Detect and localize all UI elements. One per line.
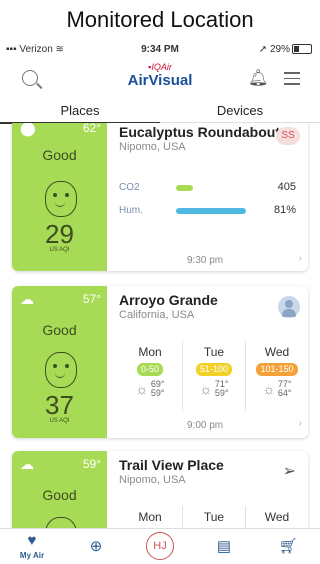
places-list: ⬤ 62° Good 29 US AQI Eucalyptus Roundabo… [0, 123, 320, 529]
aqi-range-badge: 51-100 [195, 363, 233, 376]
brand-top-text: IQAir [151, 62, 172, 72]
cloud-icon: ☁ [20, 291, 34, 307]
aqi-panel: ☁ 57° Good 37 US AQI [12, 286, 107, 438]
profile-initials: HJ [146, 532, 174, 560]
battery-icon [292, 44, 312, 55]
aqi-unit: US AQI [49, 247, 70, 253]
aqi-range-badge: 101-150 [256, 363, 298, 376]
place-name: Trail View Place [119, 457, 224, 473]
nav-profile[interactable]: HJ [128, 529, 192, 564]
metric-humidity-value: 81% [273, 204, 296, 216]
screenshot-caption: Monitored Location [66, 7, 254, 32]
face-icon [45, 181, 77, 217]
metric-humidity-label: Hum. [119, 205, 143, 216]
cart-icon: 🛒︎ [278, 538, 298, 555]
aqi-value: 37 [45, 390, 74, 420]
forecast-day-name: Mon [138, 510, 162, 524]
owner-badge: SS [276, 127, 300, 145]
place-name: Eucalyptus Roundabout [119, 124, 280, 140]
temp-low: 59° [150, 388, 165, 398]
avatar [278, 296, 300, 318]
forecast-weather: ☼ 71° 59° [183, 380, 245, 398]
aqi-value: 29 [45, 219, 74, 249]
cloud-icon: ☁ [20, 456, 34, 472]
bell-icon[interactable]: 🔔︎ [248, 68, 268, 88]
forecast-day: Wed 101-150 ☼ 77° 64° [245, 341, 308, 411]
forecast: Mon Tue Wed [119, 506, 307, 529]
place-location: California, USA [119, 309, 195, 321]
nav-globe[interactable]: ⊕ [64, 529, 128, 564]
updated-time: 9:00 pm [187, 420, 224, 431]
temperature: 59° [82, 457, 101, 471]
nav-shop[interactable]: 🛒︎ [256, 529, 320, 564]
tab-places[interactable]: Places [0, 100, 160, 124]
aqi-status: Good [42, 147, 77, 163]
temperature: 62° [82, 123, 101, 135]
forecast-day-name: Tue [203, 345, 225, 359]
nav-my-air[interactable]: ♥ My Air [0, 529, 64, 564]
temp-low: 59° [214, 388, 229, 398]
nav-news[interactable]: ▤ [192, 529, 256, 564]
bottom-nav: ♥ My Air ⊕ HJ ▤ 🛒︎ [0, 528, 320, 564]
sun-icon: ☼ [262, 381, 276, 397]
tab-devices[interactable]: Devices [160, 100, 320, 122]
aqi-status: Good [42, 487, 77, 503]
forecast-day-name: Mon [138, 345, 162, 359]
brand-top: ▪IQAir [148, 62, 172, 72]
app-logo: ▪IQAir AirVisual [0, 62, 320, 89]
tab-bar: Places Devices [0, 100, 320, 124]
forecast-day-name: Wed [264, 510, 290, 524]
heart-location-icon: ♥ [27, 532, 37, 549]
sun-icon: ☼ [135, 381, 149, 397]
menu-icon[interactable] [284, 72, 300, 89]
place-location: Nipomo, USA [119, 141, 186, 153]
aqi-unit: US AQI [49, 418, 70, 424]
chevron-right-icon: › [298, 253, 302, 264]
place-name: Arroyo Grande [119, 292, 218, 308]
battery-percent: 29% [269, 44, 290, 55]
aqi-panel: ☁ 59° Good [12, 451, 107, 529]
forecast-day: Tue 51-100 ☼ 71° 59° [182, 341, 245, 411]
updated-time: 9:30 pm [187, 255, 224, 266]
nav-my-air-label: My Air [19, 551, 45, 560]
forecast: Mon 0-50 ☼ 69° 59° Tue 51-100 ☼ 71° 59° We… [119, 341, 307, 411]
weather-icon: ⬤ [20, 123, 36, 136]
metric-humidity-bar [176, 208, 246, 214]
sun-icon: ☼ [199, 381, 213, 397]
forecast-day: Mon [119, 506, 181, 529]
temperature: 57° [82, 292, 101, 306]
aqi-range-badge: 0-50 [136, 363, 163, 376]
place-card-eucalyptus-roundabout[interactable]: ⬤ 62° Good 29 US AQI Eucalyptus Roundabo… [12, 123, 308, 271]
globe-icon: ⊕ [89, 538, 103, 555]
face-icon [45, 352, 77, 388]
metric-co2-bar [176, 185, 193, 191]
news-icon: ▤ [216, 538, 232, 555]
forecast-day-name: Tue [203, 510, 225, 524]
status-bar: ▪▪▪ Verizon ≋ 9:34 PM ➚ 29% [0, 40, 320, 60]
aqi-panel: ⬤ 62° Good 29 US AQI [12, 123, 107, 271]
metric-co2-value: 405 [277, 181, 296, 193]
metric-co2-label: CO2 [119, 182, 140, 193]
place-card-trail-view-place[interactable]: ☁ 59° Good Trail View Place Nipomo, USA … [12, 451, 308, 529]
app-header: ▪IQAir AirVisual 🔔︎ [0, 60, 320, 98]
location-arrow-icon[interactable]: ➢ [283, 461, 296, 481]
place-card-arroyo-grande[interactable]: ☁ 57° Good 37 US AQI Arroyo Grande Calif… [12, 286, 308, 438]
battery-indicator: ➚ 29% [259, 44, 312, 55]
aqi-status: Good [42, 322, 77, 338]
place-location: Nipomo, USA [119, 474, 186, 486]
forecast-day-name: Wed [264, 345, 290, 359]
forecast-weather: ☼ 69° 59° [119, 380, 181, 398]
chevron-right-icon: › [298, 418, 302, 429]
forecast-weather: ☼ 77° 64° [246, 380, 308, 398]
forecast-day: Tue [182, 506, 245, 529]
temp-low: 64° [277, 388, 292, 398]
forecast-day: Wed [245, 506, 308, 529]
brand-main: AirVisual [127, 72, 193, 89]
forecast-day: Mon 0-50 ☼ 69° 59° [119, 341, 181, 411]
